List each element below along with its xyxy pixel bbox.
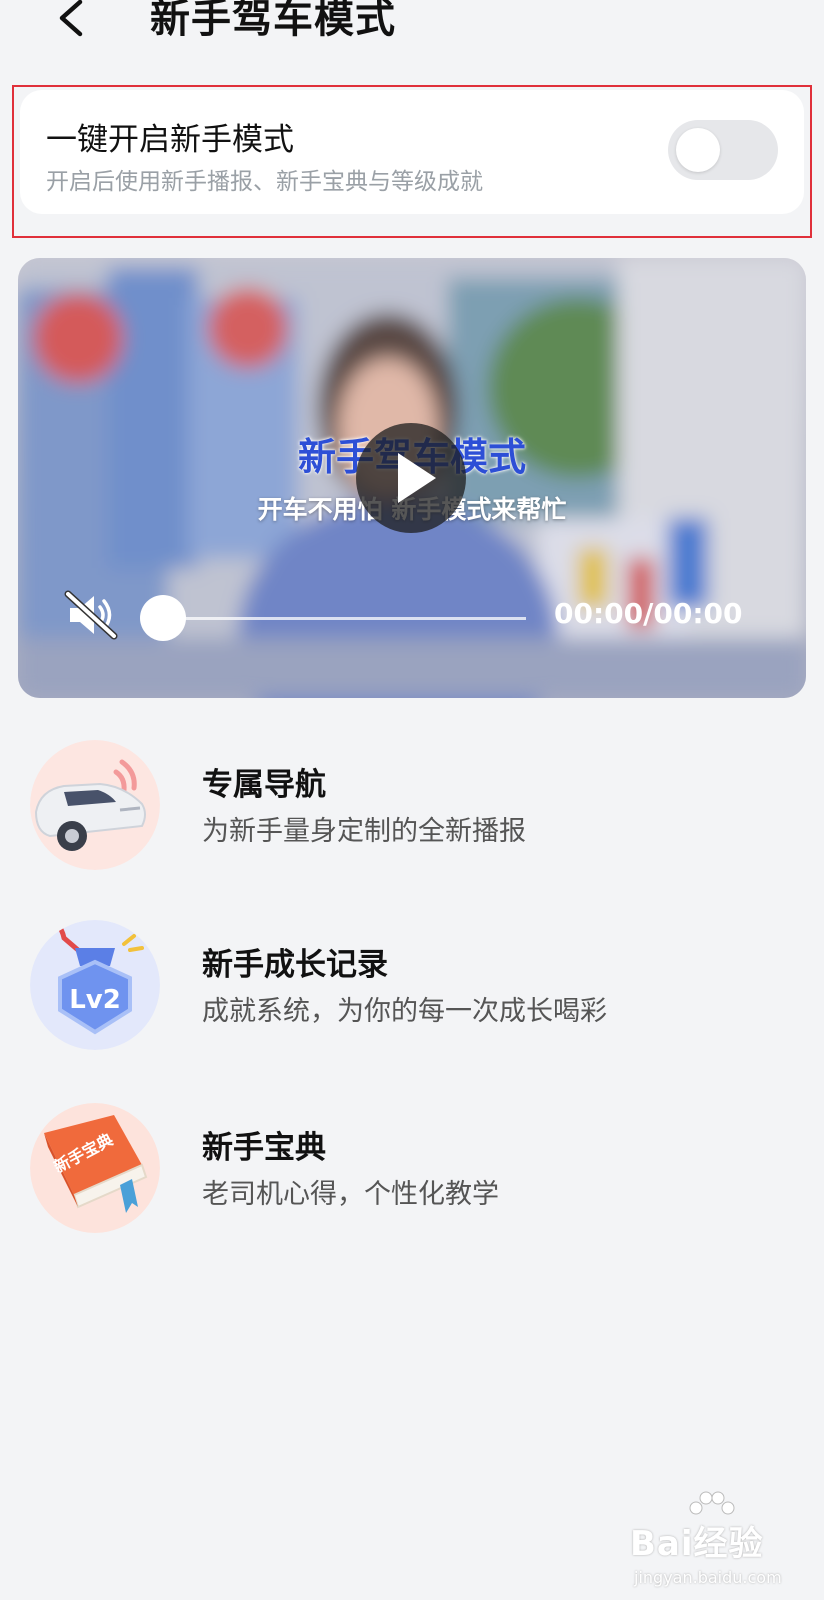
feature-title: 新手宝典 [202,1130,326,1166]
progress-track[interactable] [178,617,526,620]
car-icon [30,740,160,870]
video-time: 00:00/00:00 [554,597,743,630]
feature-exclusive-navigation[interactable]: 专属导航 为新手量身定制的全新播报 [0,735,824,875]
switch-knob [676,128,720,172]
watermark: Bai经验 jingyan.baidu.com [630,1491,790,1592]
feature-title: 专属导航 [202,767,326,803]
feature-subtitle: 老司机心得，个性化教学 [202,1179,499,1210]
play-button[interactable] [356,423,466,533]
novice-mode-title: 一键开启新手模式 [46,122,294,158]
mute-icon[interactable] [64,590,120,640]
novice-mode-switch[interactable] [668,120,778,180]
feature-title: 新手成长记录 [202,947,388,983]
level-medal-icon: Lv2 [30,920,160,1050]
novice-mode-subtitle: 开启后使用新手播报、新手宝典与等级成就 [46,169,483,195]
intro-video[interactable]: 新手驾车模式 开车不用怕 新手模式来帮忙 00:00/00:00 [18,258,806,698]
header: 新手驾车模式 [0,0,824,60]
novice-mode-card: 一键开启新手模式 开启后使用新手播报、新手宝典与等级成就 [20,90,804,214]
progress-knob[interactable] [140,595,186,641]
watermark-text: Bai经验 [630,1524,764,1564]
feature-growth-record[interactable]: Lv2 新手成长记录 成就系统，为你的每一次成长喝彩 [0,915,824,1055]
page-title: 新手驾车模式 [150,0,396,42]
watermark-url: jingyan.baidu.com [634,1568,782,1587]
book-icon: 新手宝典 [30,1103,160,1233]
feature-subtitle: 成就系统，为你的每一次成长喝彩 [202,996,607,1027]
feature-novice-guide[interactable]: 新手宝典 新手宝典 老司机心得，个性化教学 [0,1098,824,1238]
level-badge-text: Lv2 [69,985,121,1015]
feature-subtitle: 为新手量身定制的全新播报 [202,816,526,847]
back-arrow-icon[interactable] [48,0,98,52]
